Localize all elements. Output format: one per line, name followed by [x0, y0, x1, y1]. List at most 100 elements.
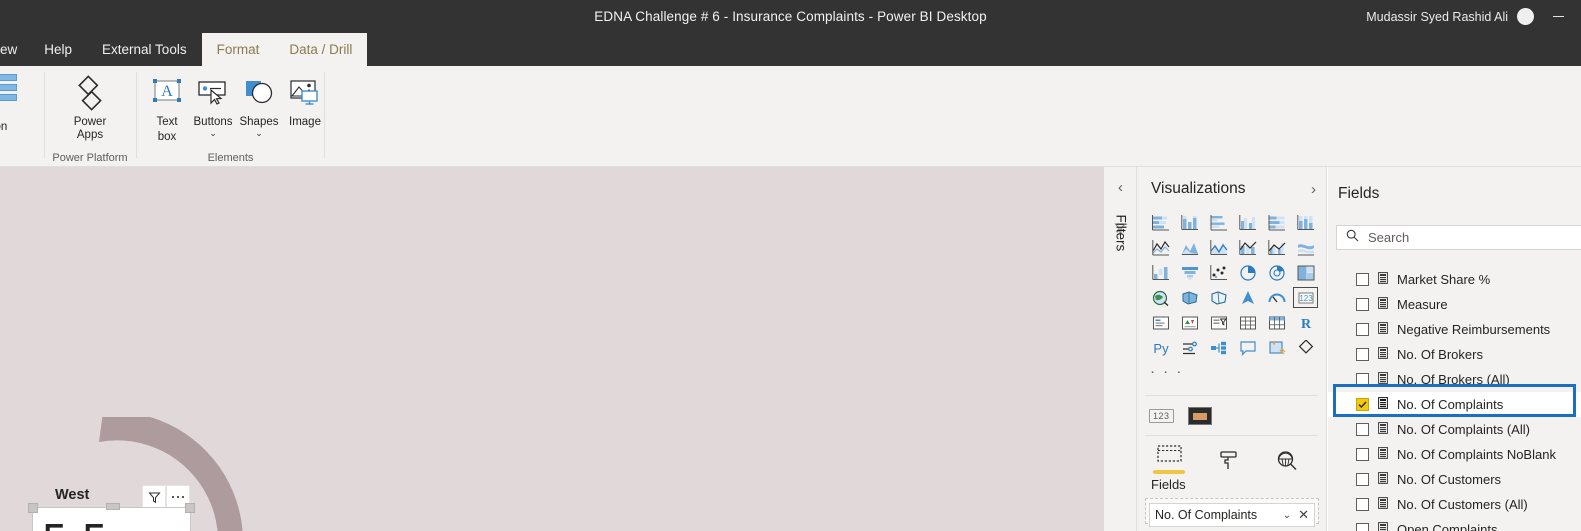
field-checkbox[interactable] — [1356, 473, 1369, 486]
stacked-bar-chart-icon[interactable] — [1146, 210, 1175, 235]
filled-map-icon[interactable] — [1175, 285, 1204, 310]
tab-external-tools[interactable]: External Tools — [87, 33, 202, 66]
minimize-icon[interactable] — [1543, 0, 1573, 33]
field-row-open-complaints[interactable]: Open Complaints — [1328, 517, 1581, 531]
ribbon-chart-icon[interactable] — [1291, 235, 1320, 260]
pane-tab-format[interactable] — [1212, 448, 1244, 474]
measure-icon — [1378, 421, 1388, 439]
line-stacked-column-chart-icon[interactable] — [1233, 235, 1262, 260]
field-checkbox[interactable] — [1356, 373, 1369, 386]
align-position-icon[interactable] — [0, 74, 34, 101]
field-checkbox[interactable] — [1356, 523, 1369, 531]
matrix-icon[interactable] — [1262, 310, 1291, 335]
field-row-no-of-customers[interactable]: No. Of Customers — [1328, 467, 1581, 492]
scatter-chart-icon[interactable] — [1204, 260, 1233, 285]
resize-handle-n[interactable] — [106, 503, 120, 510]
chevron-right-icon[interactable]: › — [1311, 181, 1316, 198]
pie-chart-icon[interactable] — [1233, 260, 1262, 285]
tab-view-label: ew — [0, 42, 18, 57]
field-checkbox[interactable] — [1356, 423, 1369, 436]
waterfall-chart-icon[interactable] — [1146, 260, 1175, 285]
line-clustered-column-chart-icon[interactable] — [1262, 235, 1291, 260]
kpi-icon[interactable] — [1175, 310, 1204, 335]
pane-tab-analytics[interactable] — [1271, 448, 1303, 474]
pane-tab-fields[interactable] — [1153, 441, 1185, 474]
python-visual-icon[interactable]: Py — [1146, 335, 1175, 360]
field-checkbox[interactable] — [1356, 323, 1369, 336]
field-row-no-of-brokers-all[interactable]: No. Of Brokers (All) — [1328, 367, 1581, 392]
multi-row-card-icon[interactable] — [1146, 310, 1175, 335]
close-x-icon[interactable]: ✕ — [1298, 507, 1309, 523]
shapes-chevron-down-icon[interactable]: ⌄ — [229, 129, 289, 138]
tab-data-drill[interactable]: Data / Drill — [274, 33, 368, 66]
pane-tab-fields-active-indicator — [1153, 470, 1185, 474]
donut-chart-icon[interactable] — [1262, 260, 1291, 285]
funnel-chart-icon[interactable] — [1175, 260, 1204, 285]
stacked-column-chart-icon[interactable] — [1175, 210, 1204, 235]
search-input[interactable]: Search — [1336, 225, 1581, 250]
r-script-visual-icon[interactable]: R — [1291, 310, 1320, 335]
table-icon[interactable] — [1233, 310, 1262, 335]
filter-icon[interactable] — [142, 485, 166, 509]
more-visuals-ellipsis-icon[interactable]: · · · — [1150, 363, 1183, 380]
filters-rail[interactable]: ‹ Filters — [1104, 167, 1137, 531]
shape-map-icon[interactable] — [1204, 285, 1233, 310]
field-row-negative-reimbursements[interactable]: Negative Reimbursements — [1328, 317, 1581, 342]
fields-build-icon — [1153, 441, 1185, 467]
smart-narrative-icon[interactable] — [1262, 335, 1291, 360]
tab-data-drill-label: Data / Drill — [289, 42, 353, 57]
card-visual[interactable]: 5,5... No. Of Complaints — [32, 507, 191, 531]
paginated-report-icon[interactable] — [1291, 335, 1320, 360]
field-row-no-of-brokers[interactable]: No. Of Brokers — [1328, 342, 1581, 367]
field-checkbox[interactable] — [1356, 273, 1369, 286]
measure-icon — [1378, 346, 1388, 364]
key-influencers-icon[interactable] — [1175, 335, 1204, 360]
field-label: No. Of Customers — [1397, 472, 1502, 487]
100-stacked-column-chart-icon[interactable] — [1291, 210, 1320, 235]
field-checkbox[interactable] — [1356, 448, 1369, 461]
field-row-no-of-customers-all[interactable]: No. Of Customers (All) — [1328, 492, 1581, 517]
resize-handle-ne[interactable] — [185, 503, 195, 513]
field-checkbox[interactable] — [1356, 498, 1369, 511]
field-label: No. Of Brokers — [1397, 347, 1483, 362]
clustered-bar-chart-icon[interactable] — [1204, 210, 1233, 235]
map-icon[interactable] — [1146, 285, 1175, 310]
123-icon[interactable]: 123 — [1149, 409, 1174, 423]
field-label: No. Of Complaints — [1397, 397, 1504, 412]
arcgis-map-icon[interactable] — [1233, 285, 1262, 310]
field-row-no-of-complaints-noblank[interactable]: No. Of Complaints NoBlank — [1328, 442, 1581, 467]
chevron-down-icon[interactable]: ⌄ — [1283, 510, 1291, 521]
fields-list[interactable]: Market Share % Measure Negative Reimburs… — [1328, 267, 1581, 531]
card-icon[interactable]: 123 — [1291, 285, 1320, 310]
report-canvas[interactable]: West 5,5... No. Of Complaints — [0, 167, 1104, 531]
resize-handle-nw[interactable] — [28, 503, 38, 513]
power-apps-button[interactable]: Power Apps — [60, 72, 120, 142]
search-icon — [1346, 229, 1359, 247]
field-checkbox[interactable] — [1356, 398, 1369, 411]
chevron-left-icon[interactable]: ‹ — [1104, 179, 1137, 196]
line-chart-icon[interactable] — [1146, 235, 1175, 260]
stacked-area-chart-icon[interactable] — [1204, 235, 1233, 260]
field-row-no-of-complaints[interactable]: No. Of Complaints — [1328, 392, 1581, 417]
field-row-measure[interactable]: Measure — [1328, 292, 1581, 317]
field-checkbox[interactable] — [1356, 348, 1369, 361]
100-stacked-bar-chart-icon[interactable] — [1262, 210, 1291, 235]
gauge-icon[interactable] — [1262, 285, 1291, 310]
treemap-icon[interactable] — [1291, 260, 1320, 285]
slicer-icon[interactable] — [1204, 310, 1233, 335]
theme-swatch-icon[interactable] — [1187, 407, 1212, 425]
field-checkbox[interactable] — [1356, 298, 1369, 311]
tab-view[interactable]: ew — [0, 33, 29, 66]
field-row-no-of-complaints-all[interactable]: No. Of Complaints (All) — [1328, 417, 1581, 442]
tab-help[interactable]: Help — [29, 33, 87, 66]
filters-rail-label: Filters — [1113, 214, 1129, 252]
image-button[interactable]: Image — [275, 72, 335, 129]
field-row-market-share[interactable]: Market Share % — [1328, 267, 1581, 292]
area-chart-icon[interactable] — [1175, 235, 1204, 260]
user-avatar-icon[interactable] — [1517, 8, 1534, 25]
field-well-chip-no-of-complaints[interactable]: No. Of Complaints ⌄ ✕ — [1149, 503, 1315, 527]
qa-visual-icon[interactable] — [1233, 335, 1262, 360]
decomposition-tree-icon[interactable] — [1204, 335, 1233, 360]
clustered-column-chart-icon[interactable] — [1233, 210, 1262, 235]
tab-format[interactable]: Format — [201, 33, 275, 66]
